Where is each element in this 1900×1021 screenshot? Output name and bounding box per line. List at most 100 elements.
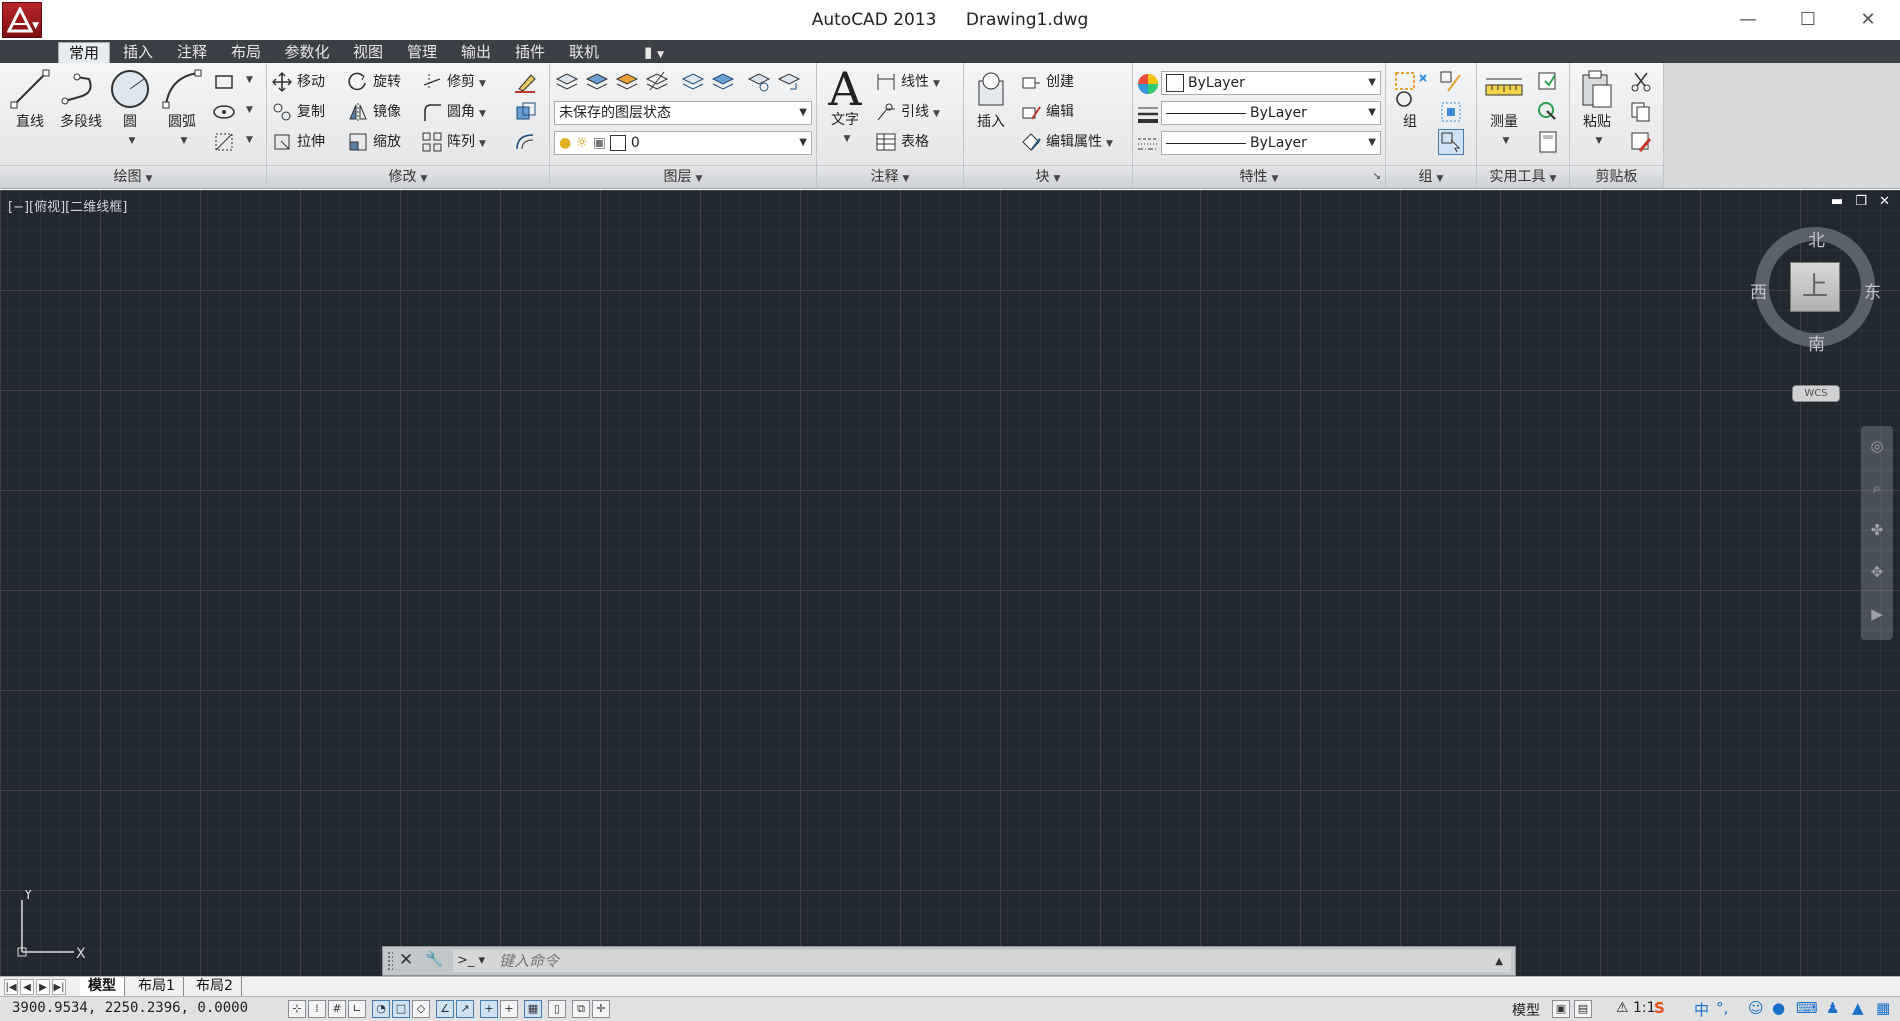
3d-object-snap-toggle[interactable]: ◇ xyxy=(412,1000,430,1018)
layout-tab-1[interactable]: 布局1 xyxy=(130,977,184,996)
modify-panel-title[interactable]: 修改 ▼ xyxy=(267,165,549,188)
current-layer-combo[interactable]: ● ☼ ▣ 0 ▼ xyxy=(554,131,812,155)
layer-state-combo[interactable]: 未保存的图层状态 ▼ xyxy=(554,101,812,125)
fillet-dropdown-icon[interactable]: ▼ xyxy=(479,109,486,119)
polyline-button[interactable]: 多段线 xyxy=(56,67,106,131)
copy-button[interactable]: 复制 xyxy=(271,99,325,125)
ungroup-button[interactable] xyxy=(1438,69,1464,95)
wcs-menu[interactable]: WCS xyxy=(1792,385,1840,402)
stretch-button[interactable]: 拉伸 xyxy=(271,129,325,155)
maximize-button[interactable]: ☐ xyxy=(1786,6,1830,34)
array-button[interactable]: 阵列 ▼ xyxy=(421,129,486,155)
tab-annotate[interactable]: 注释 xyxy=(168,42,216,63)
arc-dropdown-icon[interactable]: ▼ xyxy=(181,136,188,146)
ime-punctuation-icon[interactable]: °, xyxy=(1716,999,1728,1017)
drawing-canvas[interactable]: [−][俯视][二维线框] ▬ ❐ ✕ 北 南 东 西 上 WCS ◎ ⌕ ✤ … xyxy=(0,190,1900,976)
circle-dropdown-icon[interactable]: ▼ xyxy=(129,136,136,146)
move-button[interactable]: 移动 xyxy=(271,69,325,95)
tab-home[interactable]: 常用 xyxy=(58,42,110,64)
ellipse-button[interactable] xyxy=(212,99,238,125)
infer-constraints-toggle[interactable]: ⊹ xyxy=(288,1000,306,1018)
fillet-button[interactable]: 圆角 ▼ xyxy=(421,99,486,125)
line-button[interactable]: 直线 xyxy=(8,67,52,131)
ortho-mode-toggle[interactable]: ∟ xyxy=(348,1000,366,1018)
copy-clip-button[interactable] xyxy=(1628,99,1654,125)
hatch-button[interactable] xyxy=(212,129,238,155)
edit-attributes-button[interactable]: 编辑属性 ▼ xyxy=(1020,129,1113,155)
tab-insert[interactable]: 插入 xyxy=(114,42,162,63)
tab-view[interactable]: 视图 xyxy=(344,42,392,63)
viewport-minimize-icon[interactable]: ▬ xyxy=(1831,194,1843,209)
compass-east[interactable]: 东 xyxy=(1864,278,1881,303)
tab-parametric[interactable]: 参数化 xyxy=(276,42,338,63)
quick-view-layouts-icon[interactable]: ▣ xyxy=(1552,1000,1570,1018)
last-layout-icon[interactable]: ▶| xyxy=(52,979,66,995)
polar-tracking-toggle[interactable]: ◔ xyxy=(372,1000,390,1018)
pan-icon[interactable]: ✥ xyxy=(1867,563,1887,583)
calculator-button[interactable] xyxy=(1535,129,1561,155)
measure-button[interactable]: 测量 ▼ xyxy=(1481,67,1527,147)
rotate-button[interactable]: 旋转 xyxy=(347,69,401,95)
ime-voice-icon[interactable]: ● xyxy=(1772,999,1785,1017)
utilities-panel-title[interactable]: 实用工具 ▼ xyxy=(1477,165,1569,188)
command-history-up-icon[interactable]: ▲ xyxy=(1495,951,1503,973)
rectangle-dropdown-icon[interactable]: ▼ xyxy=(246,75,253,85)
explode-button[interactable] xyxy=(513,99,539,125)
quick-properties-toggle[interactable]: ▯ xyxy=(548,1000,566,1018)
ime-user-icon[interactable]: ♟ xyxy=(1826,999,1839,1017)
text-dropdown-icon[interactable]: ▼ xyxy=(844,134,851,144)
layout-tab-model[interactable]: 模型 xyxy=(80,977,125,996)
layer-off-button[interactable] xyxy=(644,69,670,95)
command-line-grip[interactable] xyxy=(387,951,393,971)
layout-tab-2[interactable]: 布局2 xyxy=(188,977,242,996)
offset-button[interactable] xyxy=(513,129,539,155)
viewport-controls-label[interactable]: [−][俯视][二维线框] xyxy=(8,196,127,215)
cut-button[interactable] xyxy=(1628,69,1654,95)
measure-dropdown-icon[interactable]: ▼ xyxy=(1503,136,1510,146)
table-button[interactable]: 表格 xyxy=(875,129,929,155)
prev-layout-icon[interactable]: ◀ xyxy=(20,979,34,995)
paste-dropdown-icon[interactable]: ▼ xyxy=(1596,136,1603,146)
close-window-button[interactable]: ✕ xyxy=(1846,6,1890,34)
layer-properties-button[interactable] xyxy=(554,69,580,95)
arc-button[interactable]: 圆弧 ▼ xyxy=(160,67,204,147)
command-input[interactable] xyxy=(499,951,1459,971)
ime-chinese-icon[interactable]: 中 xyxy=(1694,999,1709,1020)
layer-isolate-button[interactable] xyxy=(614,69,640,95)
group-edit-button[interactable] xyxy=(1438,99,1464,125)
annotation-monitor-toggle[interactable]: ✛ xyxy=(592,1000,610,1018)
command-input-box[interactable]: >_ ▾ ▲ xyxy=(453,950,1511,972)
layer-freeze-button[interactable] xyxy=(680,69,706,95)
ime-keyboard-icon[interactable]: ⌨ xyxy=(1796,999,1818,1017)
tab-online[interactable]: 联机 xyxy=(560,42,608,63)
command-prompt-icon[interactable]: >_ ▾ xyxy=(457,950,485,972)
layer-previous-button[interactable] xyxy=(776,69,802,95)
erase-button[interactable] xyxy=(513,69,539,95)
annotation-panel-title[interactable]: 注释 ▼ xyxy=(817,165,963,188)
layers-panel-title[interactable]: 图层 ▼ xyxy=(550,165,816,188)
showmotion-icon[interactable]: ▶ xyxy=(1867,605,1887,625)
match-properties-clip-button[interactable] xyxy=(1628,129,1654,155)
dynamic-input-toggle[interactable]: + xyxy=(480,1000,498,1018)
insert-block-button[interactable]: 插入 xyxy=(968,67,1014,131)
match-properties-button[interactable] xyxy=(1135,71,1161,97)
viewport-restore-icon[interactable]: ❐ xyxy=(1855,194,1867,209)
mirror-button[interactable]: 镜像 xyxy=(347,99,401,125)
object-color-combo[interactable]: ByLayer ▼ xyxy=(1161,71,1381,95)
viewport-close-icon[interactable]: ✕ xyxy=(1879,194,1890,209)
snap-mode-toggle[interactable]: ⁞ xyxy=(308,1000,326,1018)
tab-output[interactable]: 输出 xyxy=(452,42,500,63)
ime-emoji-icon[interactable]: ☺ xyxy=(1748,999,1764,1017)
quick-select-button[interactable] xyxy=(1535,69,1561,95)
selection-cycling-toggle[interactable]: ⧉ xyxy=(572,1000,590,1018)
leader-dropdown-icon[interactable]: ▼ xyxy=(933,109,940,119)
ime-skin-icon[interactable]: ▲ xyxy=(1852,999,1864,1017)
trim-button[interactable]: 修剪 ▼ xyxy=(421,69,486,95)
ribbon-display-toggle[interactable]: ▮ ▼ xyxy=(636,42,672,63)
create-block-button[interactable]: 创建 xyxy=(1020,69,1074,95)
layer-lock-button[interactable] xyxy=(710,69,736,95)
trim-dropdown-icon[interactable]: ▼ xyxy=(479,79,486,89)
linear-dimension-button[interactable]: 线性 ▼ xyxy=(875,69,940,95)
text-button[interactable]: A 文字 ▼ xyxy=(823,65,867,145)
grid-display-toggle[interactable]: # xyxy=(328,1000,346,1018)
